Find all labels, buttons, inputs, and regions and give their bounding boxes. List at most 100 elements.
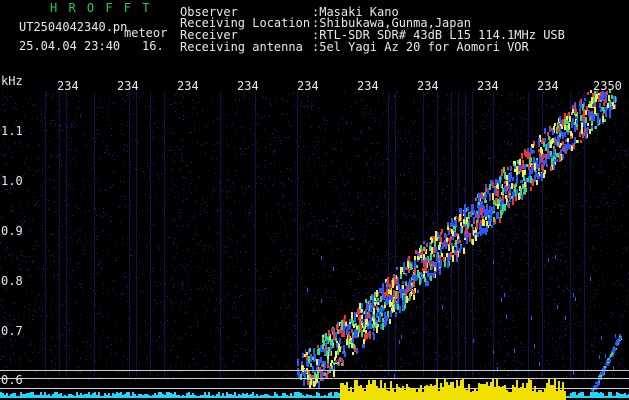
noise-speckle — [508, 296, 509, 297]
noise-speckle — [536, 210, 537, 211]
noise-speckle — [498, 342, 499, 343]
trace-dot — [459, 248, 461, 253]
noise-speckle — [220, 377, 221, 378]
noise-speckle — [51, 156, 52, 157]
trace-dot — [580, 115, 582, 121]
noise-speckle — [456, 145, 457, 146]
noise-speckle — [324, 120, 325, 121]
noise-speckle — [205, 355, 206, 356]
noise-speckle — [532, 351, 533, 352]
baseline-signal — [66, 396, 68, 398]
noise-speckle — [163, 324, 164, 325]
noise-speckle — [487, 114, 488, 115]
trace-dot — [537, 174, 539, 179]
noise-speckle — [513, 221, 514, 222]
noise-speckle — [355, 139, 356, 140]
noise-speckle — [590, 256, 591, 257]
noise-speckle — [280, 250, 281, 251]
trace-dot — [562, 119, 564, 126]
noise-speckle — [0, 304, 1, 305]
noise-speckle — [213, 249, 214, 250]
baseline-signal — [258, 396, 260, 398]
noise-speckle — [355, 289, 356, 290]
noise-speckle — [2, 93, 3, 94]
noise-speckle — [575, 358, 576, 359]
noise-speckle — [262, 379, 263, 380]
noise-speckle — [311, 213, 312, 214]
noise-speckle — [196, 315, 197, 316]
noise-speckle — [433, 223, 434, 224]
noise-speckle — [156, 286, 157, 287]
trace-dot — [579, 108, 581, 114]
noise-speckle — [275, 233, 276, 234]
trace-dot — [356, 326, 358, 329]
noise-speckle — [274, 339, 275, 340]
noise-speckle — [447, 234, 448, 235]
noise-speckle — [554, 299, 555, 300]
noise-speckle — [27, 269, 28, 270]
noise-speckle — [387, 362, 388, 363]
noise-speckle — [236, 286, 237, 287]
trace-dot — [404, 267, 406, 270]
noise-speckle — [366, 226, 367, 227]
noise-speckle — [39, 144, 40, 145]
noise-speckle — [589, 375, 590, 376]
noise-speckle — [241, 186, 242, 187]
noise-speckle — [165, 284, 166, 285]
trace-dot — [381, 288, 383, 294]
noise-speckle — [201, 377, 202, 378]
trace-dot — [412, 290, 414, 293]
noise-speckle — [286, 366, 287, 367]
baseline-signal — [444, 379, 446, 400]
trace-dot — [512, 177, 514, 181]
noise-speckle — [149, 126, 150, 127]
noise-speckle — [538, 352, 539, 353]
noise-speckle — [606, 229, 607, 230]
noise-speckle — [341, 230, 342, 231]
noise-speckle — [405, 288, 406, 289]
noise-speckle — [509, 145, 510, 146]
trace-dot — [549, 128, 551, 132]
noise-speckle — [40, 340, 41, 341]
noise-speckle — [262, 117, 263, 118]
trace-dot — [395, 312, 397, 317]
noise-speckle — [361, 133, 362, 134]
noise-speckle — [380, 366, 381, 367]
trace-dot — [377, 308, 379, 312]
noise-speckle — [147, 335, 148, 336]
x-tick-3: 234 — [177, 79, 199, 93]
noise-speckle — [32, 315, 33, 316]
noise-speckle — [424, 148, 425, 149]
streak — [394, 374, 395, 378]
noise-speckle — [55, 211, 56, 212]
noise-speckle — [61, 247, 62, 248]
noise-speckle — [222, 359, 223, 360]
noise-speckle — [358, 302, 359, 303]
noise-speckle — [624, 311, 625, 312]
noise-speckle — [619, 362, 620, 363]
noise-speckle — [90, 355, 91, 356]
noise-speckle — [249, 186, 250, 187]
noise-speckle — [187, 224, 188, 225]
noise-speckle — [190, 171, 191, 172]
noise-speckle — [384, 301, 385, 302]
noise-speckle — [433, 224, 434, 225]
trace-dot — [525, 151, 527, 157]
noise-speckle — [42, 335, 43, 336]
noise-speckle — [86, 145, 87, 146]
noise-speckle — [259, 278, 260, 279]
noise-speckle — [598, 224, 599, 225]
trace-dot — [558, 123, 560, 126]
noise-speckle — [549, 364, 550, 365]
noise-speckle — [490, 127, 491, 128]
noise-speckle — [524, 204, 525, 205]
noise-speckle — [494, 98, 495, 99]
noise-speckle — [312, 253, 313, 254]
edge-trace — [596, 382, 598, 384]
trace-dot — [353, 344, 355, 349]
baseline-signal — [78, 395, 80, 398]
trace-dot — [352, 352, 354, 355]
noise-speckle — [208, 227, 209, 228]
noise-speckle — [490, 158, 491, 159]
noise-speckle — [372, 209, 373, 210]
